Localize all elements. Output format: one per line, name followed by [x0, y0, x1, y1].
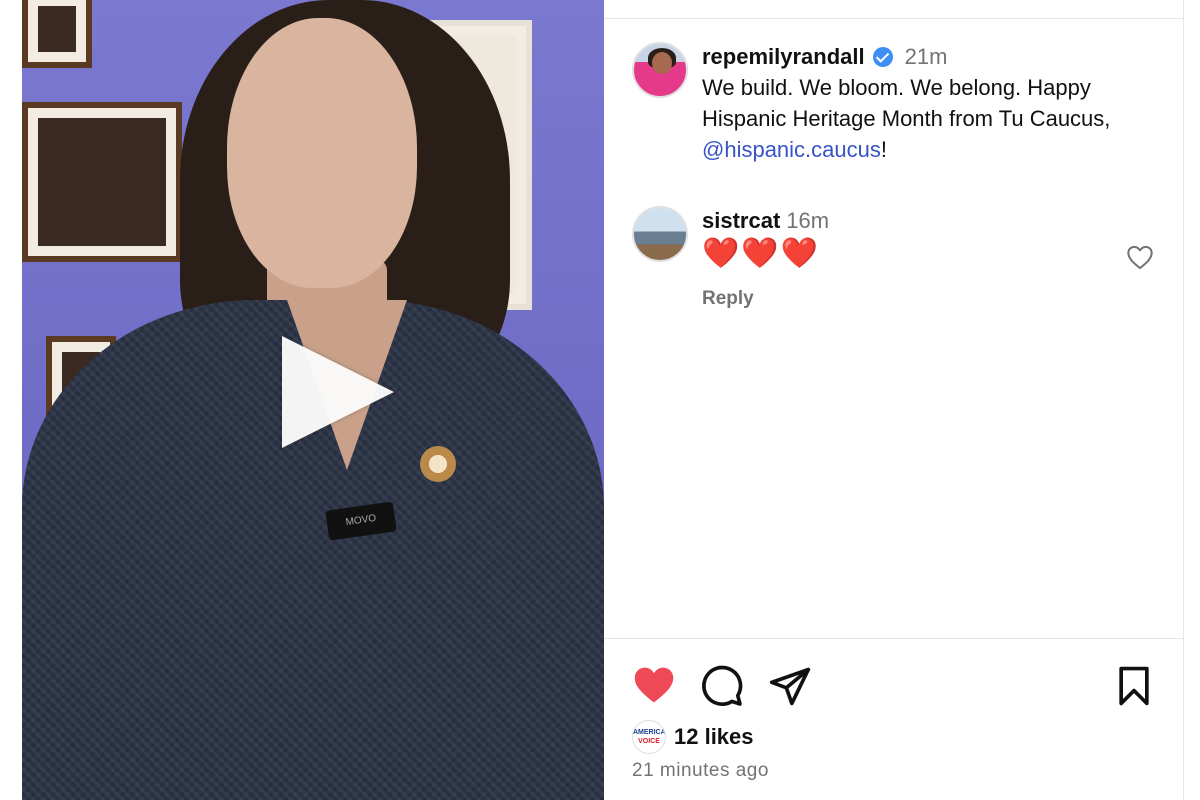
comment-time[interactable]: 16m — [786, 208, 829, 233]
heart-outline-icon[interactable] — [1126, 244, 1154, 270]
speaker-face — [227, 18, 417, 288]
liker-logo-line2: VOICE — [638, 738, 660, 745]
post-time[interactable]: 21m — [905, 44, 948, 69]
caption-mention-link[interactable]: @hispanic.caucus — [702, 137, 881, 162]
divider — [604, 638, 1183, 639]
bookmark-icon[interactable] — [1112, 664, 1156, 708]
liker-avatar[interactable]: AMERICA'S VOICE — [632, 720, 666, 754]
caption-text: We build. We bloom. We belong. Happy His… — [702, 75, 1111, 131]
share-paper-plane-icon[interactable] — [768, 664, 812, 708]
video-player[interactable]: MOVO — [22, 0, 604, 800]
congressional-pin — [420, 446, 456, 482]
verified-badge-icon — [872, 47, 893, 67]
caption-end: ! — [880, 137, 887, 162]
reply-button[interactable]: Reply — [702, 288, 754, 310]
heart-filled-icon[interactable] — [632, 664, 676, 708]
comment-header: sistrcat 16m — [702, 208, 829, 234]
commenter-avatar[interactable] — [632, 206, 688, 262]
post-timestamp[interactable]: 21 minutes ago — [632, 760, 769, 782]
comment-icon[interactable] — [700, 664, 744, 708]
author-avatar[interactable] — [632, 42, 688, 98]
play-button[interactable] — [272, 326, 402, 456]
liker-logo-line1: AMERICA'S — [633, 729, 666, 736]
divider — [604, 18, 1183, 19]
post-header: repemilyrandall 21m — [702, 44, 947, 70]
wall-picture-frame — [22, 102, 182, 262]
comment-text: ❤️❤️❤️ — [702, 237, 821, 270]
divider — [1183, 0, 1184, 800]
author-username[interactable]: repemilyrandall — [702, 44, 865, 69]
commenter-username[interactable]: sistrcat — [702, 208, 780, 233]
wall-picture-frame — [22, 0, 92, 68]
likes-count[interactable]: 12 likes — [674, 724, 754, 750]
video-panel: MOVO — [0, 0, 604, 800]
post-side-panel: repemilyrandall 21m We build. We bloom. W… — [604, 0, 1200, 800]
post-caption: We build. We bloom. We belong. Happy His… — [702, 72, 1162, 165]
